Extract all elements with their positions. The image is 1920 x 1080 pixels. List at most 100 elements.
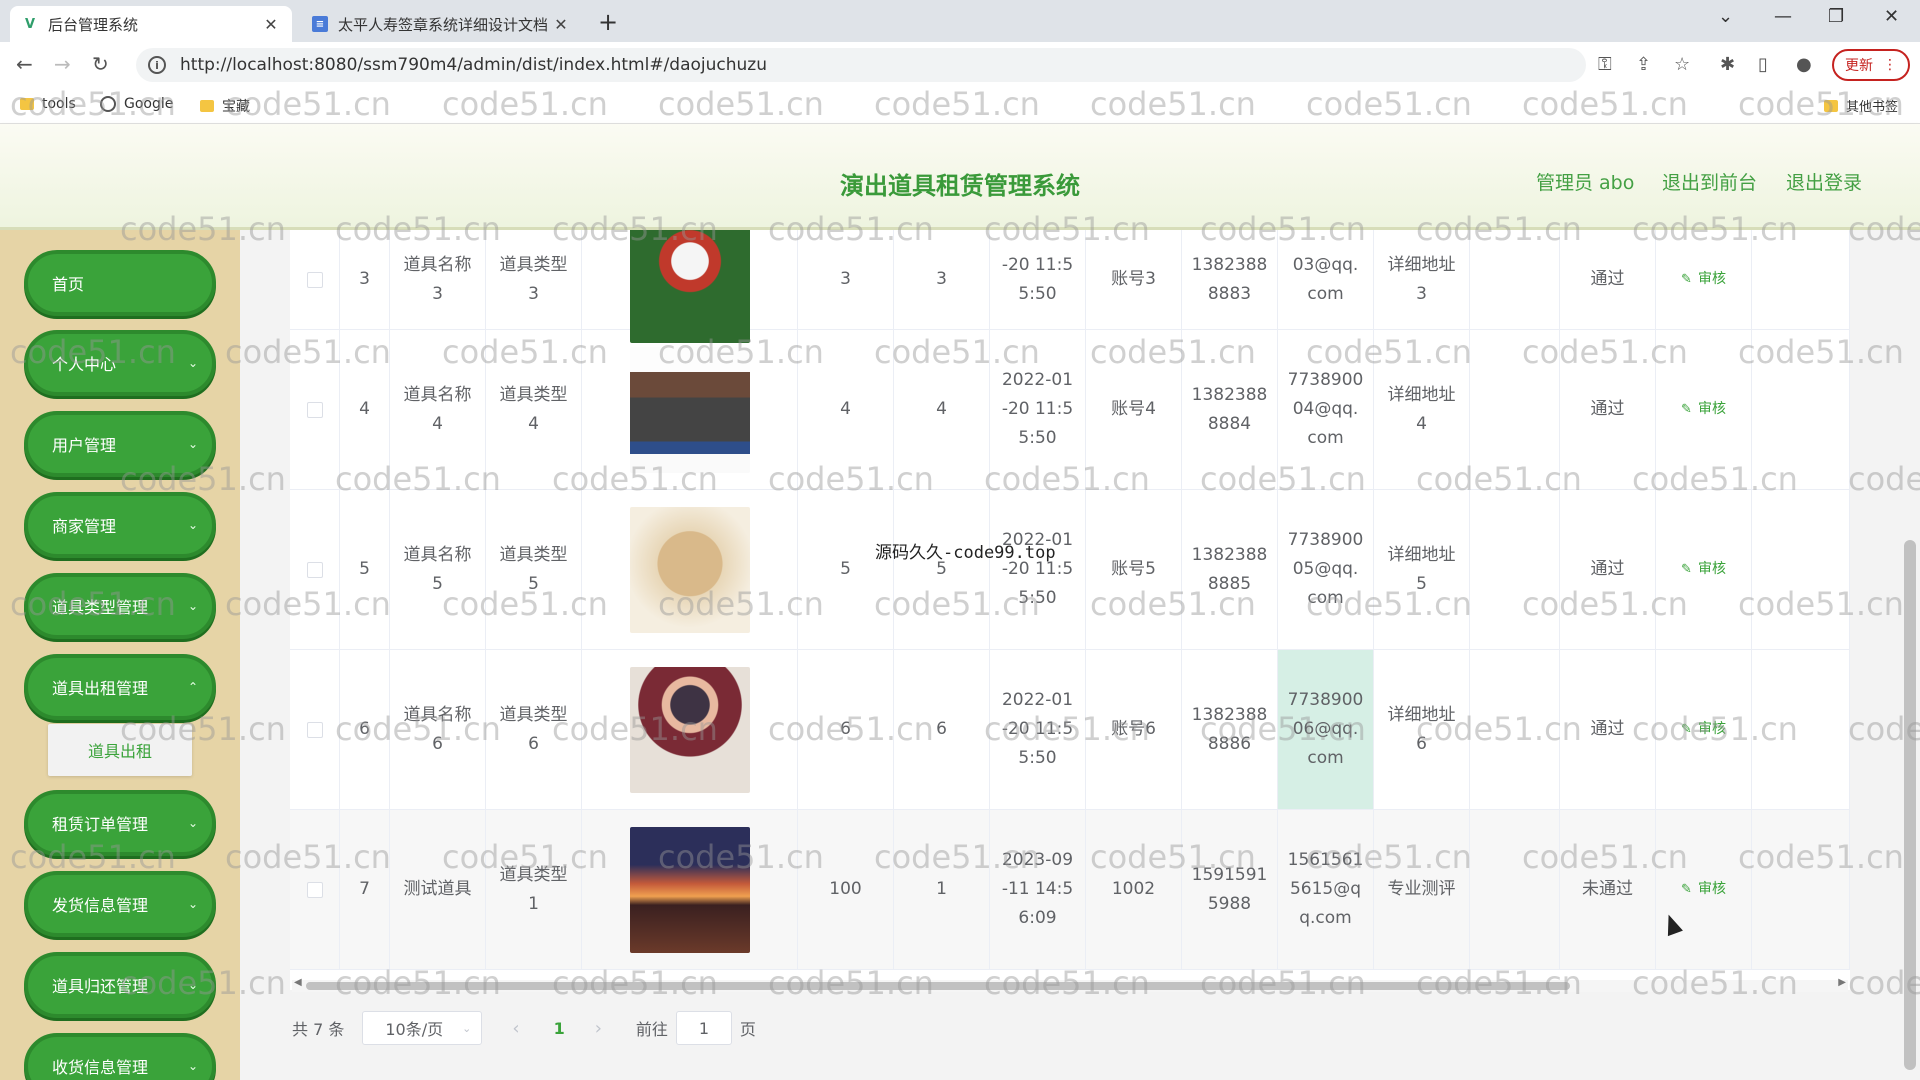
prop-image[interactable] [629,346,750,473]
goto-page-input[interactable]: 1 [675,1011,732,1045]
account-text: 账号6 [1111,719,1156,739]
url-field[interactable]: i http://localhost:8080/ssm790m4/admin/d… [136,48,1586,82]
logout-link[interactable]: 退出登录 [1786,168,1862,195]
next-page-icon[interactable]: › [595,1018,602,1039]
horizontal-scrollbar[interactable]: ◀ ▶ [292,977,1848,992]
extensions-icon[interactable]: ✱ [1720,54,1735,75]
phone-cell: 1382388 8884 [1182,330,1278,489]
index-cell: 4 [340,330,390,489]
index-text: 5 [359,559,370,579]
close-tab-icon[interactable]: ✕ [262,15,280,34]
qty-text: 6 [936,719,947,739]
chevron-down-icon: ⌄ [187,437,198,451]
update-button[interactable]: 更新 ⋮ [1832,49,1910,81]
chevron-down-icon: ⌄ [187,978,198,992]
vertical-scrollbar[interactable] [1900,230,1920,1080]
close-window-icon[interactable]: ✕ [1884,6,1899,27]
sidepanel-icon[interactable]: ▯ [1758,54,1768,75]
sidebar-item-prop-types[interactable]: 道具类型管理 ⌄ [24,573,216,639]
prop-image[interactable] [629,826,750,953]
star-icon[interactable]: ☆ [1674,54,1690,75]
tab-title: 太平人寿签章系统详细设计文档 [338,15,549,34]
review-button[interactable]: ✎ 审核 [1675,810,1732,969]
vue-favicon-icon: V [24,16,36,32]
qty-text: 1 [936,879,947,899]
sidebar-item-merchants[interactable]: 商家管理 ⌄ [24,492,216,558]
sidebar-item-users[interactable]: 用户管理 ⌄ [24,411,216,477]
date-cell: 2022-01 -20 11:5 5:50 [990,650,1086,809]
scroll-right-icon[interactable]: ▶ [1838,977,1846,988]
horizontal-scroll-thumb[interactable] [306,982,1570,990]
bookmark-google[interactable]: Google [100,96,173,112]
type-cell: 道具类型 1 [486,810,582,969]
row-checkbox[interactable] [306,881,323,898]
info-icon[interactable]: i [148,56,166,74]
status-text: 通过 [1590,559,1625,579]
account-text: 账号5 [1111,559,1156,579]
more-icon[interactable]: ⋮ [1883,57,1897,73]
browser-tab-doc[interactable]: ≡ 太平人寿签章系统详细设计文档 ✕ [300,6,582,42]
sidebar-item-returns[interactable]: 道具归还管理 ⌄ [24,952,216,1018]
name-text: 道具名称 6 [403,704,472,754]
sidebar-item-orders[interactable]: 租赁订单管理 ⌄ [24,790,216,856]
review-button[interactable]: ✎ 审核 [1675,330,1732,489]
review-label: 审核 [1697,721,1726,737]
table-row: 3 道具名称 3 道具类型 3 3 3 -20 11:5 5:50 账号3 1382388 8… [290,230,1850,343]
tab-search-icon[interactable]: ⌄ [1718,6,1733,27]
new-tab-button[interactable]: + [598,8,618,36]
sidebar-item-shipping[interactable]: 发货信息管理 ⌄ [24,871,216,937]
bookmark-other[interactable]: 其他书签 [1824,96,1898,115]
email-cell: 03@qq. com [1278,230,1374,329]
bookmark-tools[interactable]: tools [20,96,76,112]
qty-text: 4 [936,399,947,419]
review-button[interactable]: ✎ 审核 [1675,650,1732,809]
share-icon[interactable]: ⇪ [1636,54,1651,75]
row-checkbox[interactable] [306,561,323,578]
minimize-icon[interactable]: — [1774,6,1792,27]
exit-to-front-link[interactable]: 退出到前台 [1662,168,1757,195]
row-checkbox[interactable] [306,721,323,738]
scroll-left-icon[interactable]: ◀ [294,977,302,988]
sidebar-item-prop-rental[interactable]: 道具出租管理 ⌃ [24,654,216,720]
status-cell: 通过 [1560,330,1656,489]
email-text: 7738900 04@qq. com [1287,370,1364,448]
name-text: 测试道具 [403,879,472,899]
update-label: 更新 [1845,58,1873,74]
prev-page-icon[interactable]: ‹ [512,1018,519,1039]
edit-icon: ✎ [1681,272,1692,287]
profile-icon[interactable]: ● [1796,54,1812,75]
name-cell: 道具名称 3 [390,230,486,329]
vertical-scroll-thumb[interactable] [1904,540,1916,1070]
submenu-item-prop-rental[interactable]: 道具出租 [48,724,192,776]
type-text: 道具类型 3 [499,254,568,304]
sidebar-item-profile[interactable]: 个人中心 ⌄ [24,330,216,396]
review-button[interactable]: ✎ 审核 [1675,230,1732,329]
page-number-current[interactable]: 1 [554,1019,565,1038]
account-text: 账号3 [1111,269,1156,289]
key-icon[interactable]: ⚿ [1598,54,1612,75]
prop-image[interactable] [629,666,750,793]
phone-text: 1382388 8883 [1191,254,1268,304]
browser-tab-admin[interactable]: V 后台管理系统 ✕ [10,6,292,42]
sidebar: 首页 个人中心 ⌄ 用户管理 ⌄ 商家管理 ⌄ 道具类型管理 ⌄ 道具出租管理 … [0,230,240,1080]
index-text: 7 [359,879,370,899]
row-checkbox[interactable] [306,271,323,288]
price-text: 6 [840,719,851,739]
prop-image[interactable] [629,230,750,343]
globe-icon [100,96,116,112]
page-size-select[interactable]: 10条/页 ⌄ [362,1011,483,1045]
reload-icon[interactable]: ↻ [92,52,109,76]
forward-icon[interactable]: → [54,52,71,76]
sidebar-item-receiving[interactable]: 收货信息管理 ⌄ [24,1033,216,1080]
bookmark-treasure[interactable]: 宝藏 [200,96,250,116]
prop-image[interactable] [629,506,750,633]
maximize-icon[interactable]: ❐ [1828,6,1844,27]
address-text: 专业测评 [1387,879,1456,899]
row-checkbox[interactable] [306,401,323,418]
status-cell: 通过 [1560,230,1656,329]
close-tab-icon[interactable]: ✕ [552,15,570,34]
sidebar-item-home[interactable]: 首页 [24,250,216,316]
review-button[interactable]: ✎ 审核 [1675,490,1732,649]
type-cell: 道具类型 6 [486,650,582,809]
back-icon[interactable]: ← [16,52,33,76]
